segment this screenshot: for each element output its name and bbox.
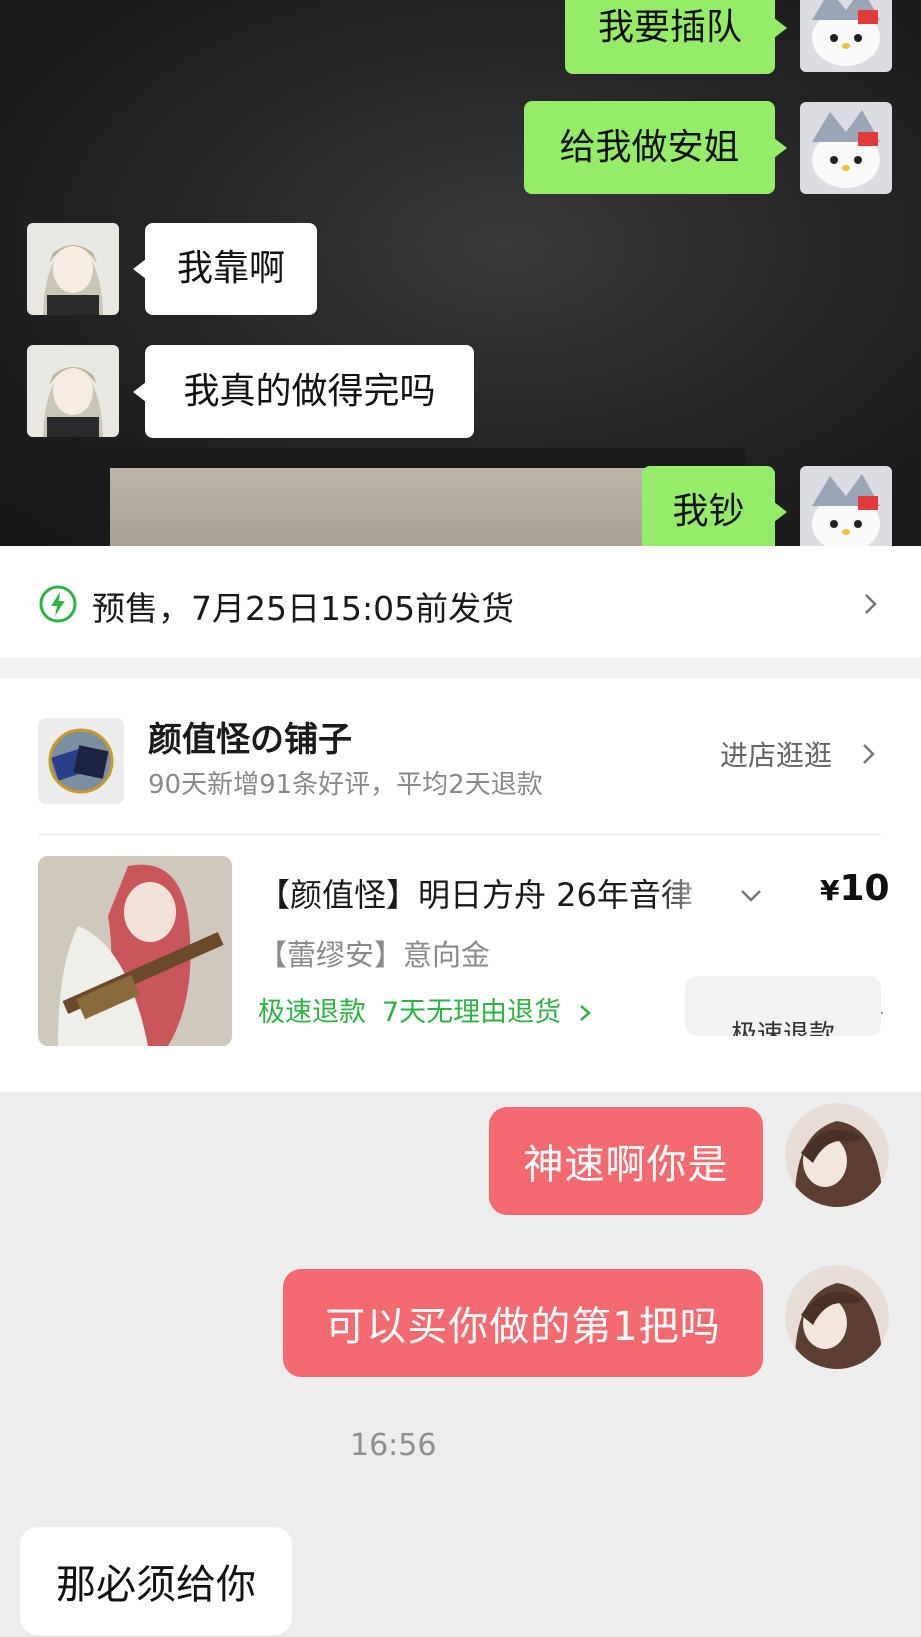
product-title[interactable]: 【颜值怪】明日方舟 26年音律 <box>258 870 720 916</box>
service-tags[interactable]: 极速退款 7天无理由退货 <box>258 990 593 1029</box>
message-bubble-outgoing: 神速啊你是 <box>489 1107 763 1215</box>
avatar-hello-kitty-gundam[interactable] <box>800 0 892 72</box>
message-text: 我真的做得完吗 <box>183 370 436 412</box>
message-text: 给我做安姐 <box>559 126 740 168</box>
avatar-anime-girl[interactable] <box>27 223 119 315</box>
message-text: 神速啊你是 <box>523 1142 729 1188</box>
title-fade <box>660 864 722 914</box>
message-bubble-incoming: 我靠啊 <box>133 223 317 315</box>
message-bubble-outgoing: 可以买你做的第1把吗 <box>283 1269 763 1377</box>
fast-refund-tag: 极速退款 <box>258 997 366 1028</box>
price-value: 10 <box>839 868 890 909</box>
chat-screenshot-top: 我要插队 给我做安姐 我靠啊 我真的做得完吗 我钞 <box>0 0 921 546</box>
product-price: ¥10 <box>820 868 890 909</box>
message-text: 我要插队 <box>597 7 742 48</box>
message-text: 我钞 <box>672 491 745 532</box>
shipping-text: 预售，7月25日15:05前发货 <box>92 589 515 628</box>
order-screenshot: 预售，7月25日15:05前发货 颜值怪の铺子 90天新增91条好评，平均2天退… <box>0 546 921 1092</box>
chevron-right-icon <box>865 594 877 614</box>
visit-shop-link[interactable]: 进店逛逛 <box>720 734 832 774</box>
message-bubble-outgoing: 给我做安姐 <box>524 101 787 194</box>
avatar-hello-kitty-gundam[interactable] <box>800 102 892 194</box>
product-variant: 【蕾缪安】意向金 <box>258 938 491 972</box>
message-bubble-incoming: 那必须给你 <box>20 1527 292 1635</box>
avatar-hello-kitty-gundam[interactable] <box>800 466 892 546</box>
message-bubble-outgoing: 我要插队 <box>565 0 787 74</box>
background-photo <box>110 468 670 546</box>
refund-button-label: 极速退款 <box>730 1019 835 1037</box>
visit-shop-label: 进店逛逛 <box>720 739 833 772</box>
message-bubble-incoming: 我真的做得完吗 <box>133 345 474 438</box>
message-bubble-outgoing: 我钞 <box>642 466 787 546</box>
avatar-brown-hair-girl[interactable] <box>785 1265 889 1369</box>
product-image[interactable] <box>38 856 232 1046</box>
return-policy-tag: 7天无理由退货 <box>382 997 562 1028</box>
chevron-down-icon[interactable] <box>738 886 764 906</box>
shipping-info-bar[interactable]: 预售，7月25日15:05前发货 <box>0 546 921 658</box>
fast-refund-button[interactable]: 极速退款 <box>685 976 881 1036</box>
avatar-anime-girl[interactable] <box>27 345 119 437</box>
shop-stats: 90天新增91条好评，平均2天退款 <box>148 770 543 800</box>
lightning-icon <box>39 585 77 623</box>
message-text: 可以买你做的第1把吗 <box>325 1304 721 1350</box>
message-text: 那必须给你 <box>56 1562 256 1608</box>
message-timestamp: 16:56 <box>350 1428 437 1463</box>
chevron-right-icon <box>863 744 875 764</box>
currency-symbol: ¥ <box>820 874 840 907</box>
divider <box>38 834 881 835</box>
shop-name[interactable]: 颜值怪の铺子 <box>148 712 352 761</box>
chevron-right-icon <box>580 1005 592 1021</box>
avatar-brown-hair-girl[interactable] <box>785 1103 889 1207</box>
message-text: 我靠啊 <box>176 248 285 289</box>
shop-logo[interactable] <box>38 718 124 804</box>
